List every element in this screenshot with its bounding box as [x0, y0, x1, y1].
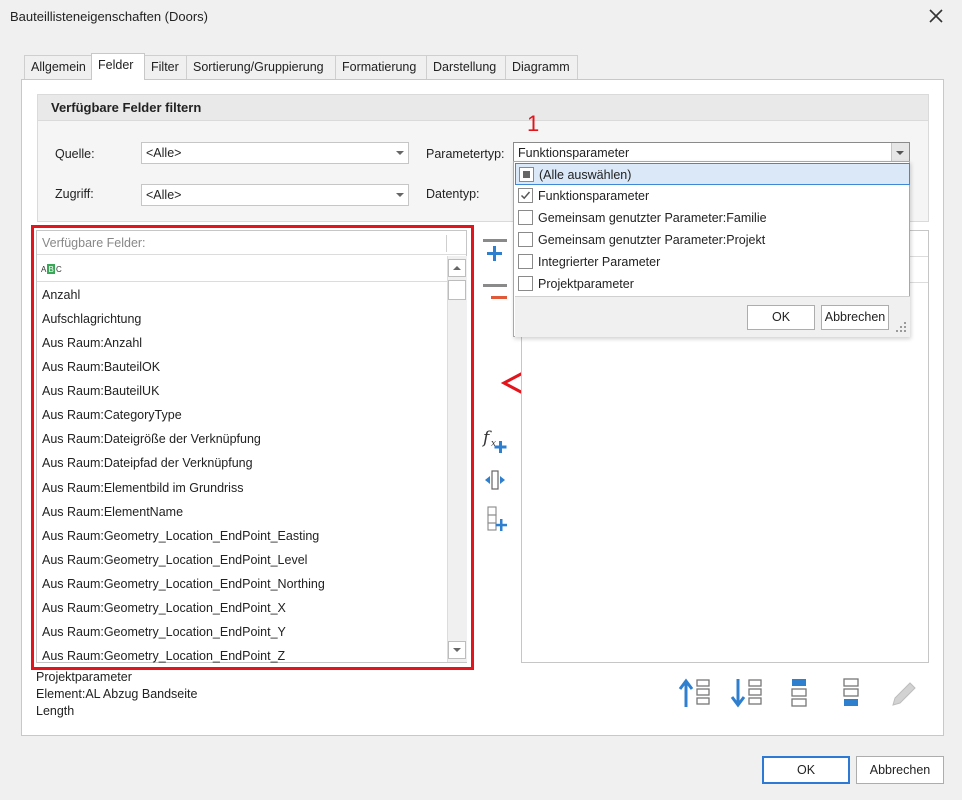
parametertyp-dropdown: (Alle auswählen) Funktionsparameter Gemein… [513, 161, 910, 337]
move-to-bottom-icon[interactable] [840, 677, 862, 709]
cancel-button[interactable]: Abbrechen [856, 756, 944, 784]
dropdown-option-label: Projektparameter [538, 277, 634, 291]
checkbox-icon[interactable] [518, 254, 533, 269]
highlight-box [31, 225, 474, 670]
move-to-top-icon[interactable] [788, 677, 810, 709]
field-info-element: Element:AL Abzug Bandseite [36, 687, 198, 701]
window-title: Bauteillisteneigenschaften (Doors) [10, 9, 208, 24]
dropdown-option[interactable]: Gemeinsam genutzter Parameter:Familie [515, 207, 910, 229]
quelle-select[interactable]: <Alle> [141, 142, 409, 164]
dropdown-option-label: Gemeinsam genutzter Parameter:Projekt [538, 233, 766, 247]
chevron-down-icon [396, 151, 404, 155]
remove-field-icon[interactable] [481, 279, 511, 305]
split-column-icon[interactable] [483, 468, 507, 492]
tab-sortierung-gruppierung[interactable]: Sortierung/Gruppierung [186, 55, 336, 79]
dropdown-option-label: (Alle auswählen) [539, 168, 632, 182]
chevron-down-icon [896, 151, 904, 155]
add-field-icon[interactable] [481, 233, 511, 263]
tab-felder[interactable]: Felder [91, 53, 145, 80]
tab-filter[interactable]: Filter [144, 55, 187, 79]
parametertyp-value: Funktionsparameter [518, 146, 630, 160]
parametertyp-label: Parametertyp: [426, 147, 505, 161]
field-info-type: Projektparameter [36, 670, 132, 684]
move-up-icon[interactable] [678, 677, 712, 709]
quelle-value: <Alle> [146, 146, 182, 160]
dropdown-option-label: Gemeinsam genutzter Parameter:Familie [538, 211, 767, 225]
tab-darstellung[interactable]: Darstellung [426, 55, 506, 79]
tab-formatierung[interactable]: Formatierung [335, 55, 427, 79]
combine-parameters-icon[interactable] [485, 505, 511, 533]
dropdown-option-label: Funktionsparameter [538, 189, 650, 203]
resize-grip-icon[interactable] [895, 321, 907, 333]
tab-diagramm[interactable]: Diagramm [505, 55, 578, 79]
close-icon[interactable] [924, 4, 948, 28]
checkbox-checked-icon[interactable] [518, 188, 533, 203]
dropdown-option[interactable]: (Alle auswählen) [515, 163, 910, 185]
zugriff-select[interactable]: <Alle> [141, 184, 409, 206]
filter-group-title: Verfügbare Felder filtern [38, 95, 928, 121]
dropdown-option-label: Integrierter Parameter [538, 255, 661, 269]
dropdown-ok-button[interactable]: OK [747, 305, 815, 330]
zugriff-label: Zugriff: [55, 187, 94, 201]
quelle-label: Quelle: [55, 147, 95, 161]
checkbox-partial-icon[interactable] [519, 167, 534, 182]
dropdown-footer: OK Abbrechen [515, 296, 910, 337]
dropdown-cancel-button[interactable]: Abbrechen [821, 305, 889, 330]
dropdown-option[interactable]: Gemeinsam genutzter Parameter:Projekt [515, 229, 910, 251]
tab-allgemein[interactable]: Allgemein [24, 55, 92, 79]
checkbox-icon[interactable] [518, 276, 533, 291]
add-function-icon[interactable]: f x [481, 427, 511, 455]
edit-pencil-icon [892, 682, 916, 706]
dropdown-option[interactable]: Funktionsparameter [515, 185, 910, 207]
field-info-unit: Length [36, 704, 75, 718]
datentyp-label: Datentyp: [426, 187, 480, 201]
dropdown-option[interactable]: Integrierter Parameter [515, 251, 910, 273]
move-down-icon[interactable] [730, 677, 764, 709]
dropdown-option[interactable]: Projektparameter [515, 273, 910, 295]
zugriff-value: <Alle> [146, 188, 182, 202]
checkbox-icon[interactable] [518, 232, 533, 247]
field-info: Projektparameter Element:AL Abzug Bandse… [36, 669, 197, 720]
annotation-number: 1 [527, 111, 540, 136]
chevron-down-icon [396, 193, 404, 197]
ok-button[interactable]: OK [762, 756, 850, 784]
checkbox-icon[interactable] [518, 210, 533, 225]
